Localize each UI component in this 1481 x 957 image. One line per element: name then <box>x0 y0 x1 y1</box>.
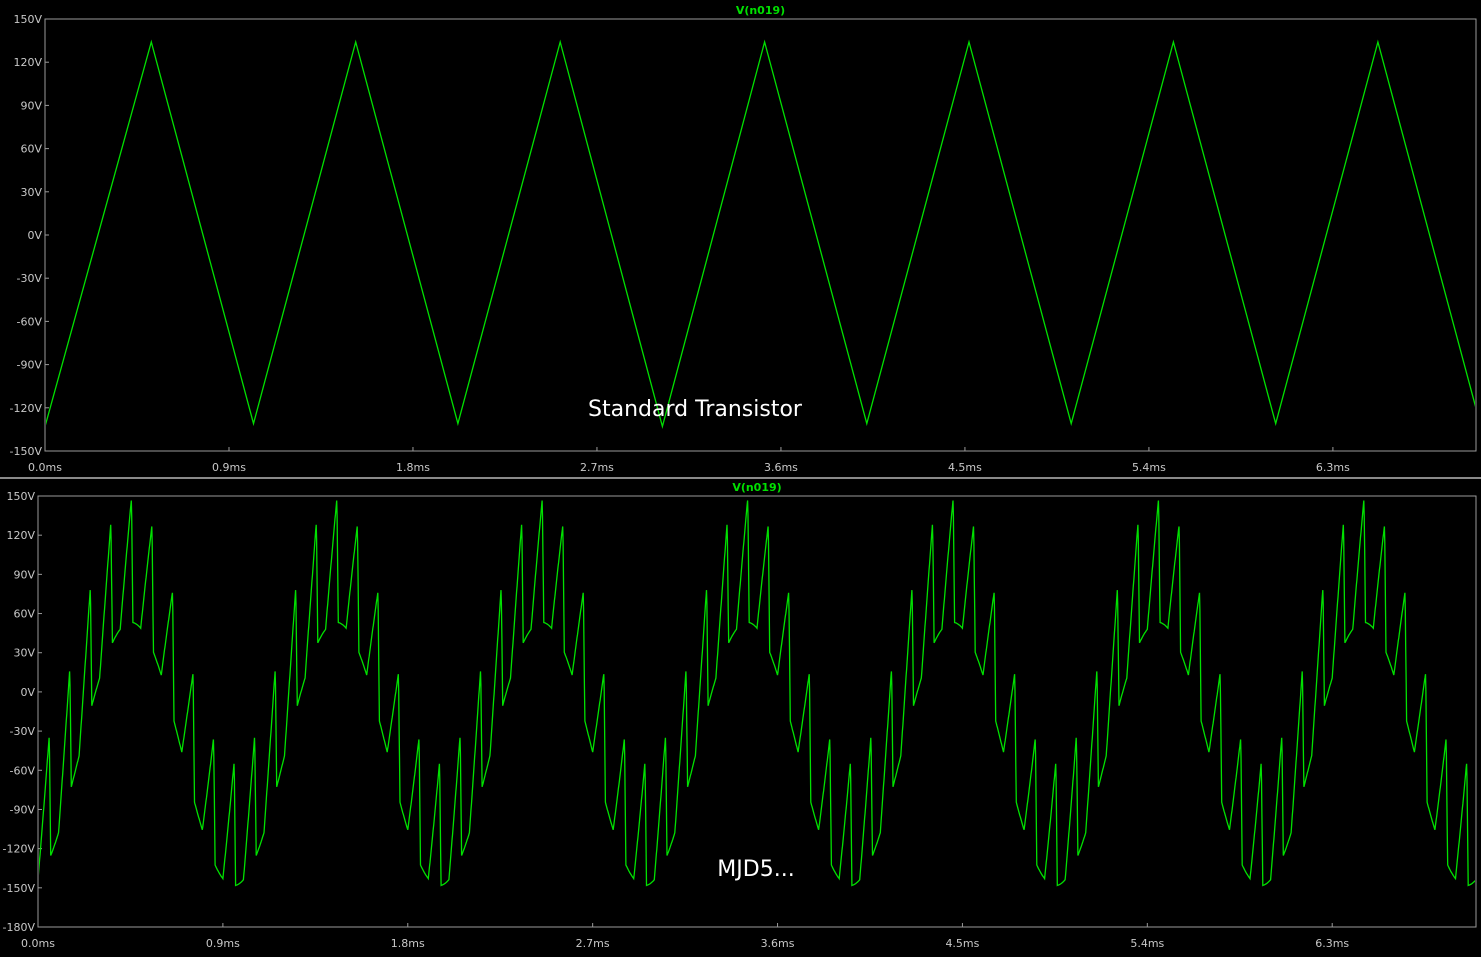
y-tick-label: -90V <box>10 803 36 816</box>
x-tick-label: 3.6ms <box>764 461 798 474</box>
y-tick-label: 120V <box>13 56 42 69</box>
x-tick-label: 4.5ms <box>945 937 979 950</box>
trace-title[interactable]: V(n019) <box>732 481 781 494</box>
y-tick-label: 150V <box>6 490 35 503</box>
y-tick-label: -60V <box>17 315 43 328</box>
y-tick-label: 30V <box>20 186 42 199</box>
chart-pane-2: V(n019) 150V 120V 90V 60V 30V 0V -30V -60V -90V -1… <box>3 481 1477 950</box>
plot-annotation: Standard Transistor <box>588 397 803 422</box>
chart-pane-1: V(n019) 150V 120V 90V 60V 30V 0V -30V -60V -90V -1… <box>10 4 1477 474</box>
x-tick-label: 0.0ms <box>21 937 55 950</box>
y-tick-label: -60V <box>10 764 36 777</box>
y-tick-label: 90V <box>13 568 35 581</box>
waveform-trace <box>39 500 1475 887</box>
y-tick-label: -120V <box>3 843 36 856</box>
x-tick-label: 5.4ms <box>1132 461 1166 474</box>
waveform-trace <box>46 39 1475 430</box>
x-tick-label: 0.9ms <box>206 937 240 950</box>
x-tick-label: 5.4ms <box>1130 937 1164 950</box>
x-tick-label: 1.8ms <box>391 937 425 950</box>
x-tick-label: 2.7ms <box>576 937 610 950</box>
y-tick-label: -150V <box>3 882 36 895</box>
y-tick-label: -120V <box>10 402 43 415</box>
y-tick-label: 150V <box>13 13 42 26</box>
y-tick-label: 60V <box>13 608 35 621</box>
x-tick-label: 4.5ms <box>948 461 982 474</box>
y-tick-label: -90V <box>17 359 43 372</box>
plot-window: V(n019) 150V 120V 90V 60V 30V 0V -30V -60V -90V -1… <box>0 0 1481 957</box>
y-tick-label: 120V <box>6 529 35 542</box>
plot-frame <box>44 18 1477 452</box>
x-tick-label: 1.8ms <box>396 461 430 474</box>
y-tick-label: -30V <box>17 272 43 285</box>
y-tick-label: -150V <box>10 445 43 458</box>
y-tick-label: 90V <box>20 99 42 112</box>
x-tick-label: 6.3ms <box>1316 461 1350 474</box>
y-tick-label: 30V <box>13 647 35 660</box>
x-tick-label: 6.3ms <box>1315 937 1349 950</box>
waveform-plots: V(n019) 150V 120V 90V 60V 30V 0V -30V -60V -90V -1… <box>0 4 1481 950</box>
y-tick-label: 0V <box>27 229 42 242</box>
x-tick-label: 2.7ms <box>580 461 614 474</box>
trace-title[interactable]: V(n019) <box>736 4 785 17</box>
y-tick-label: 0V <box>20 686 35 699</box>
y-tick-label: -180V <box>3 921 36 934</box>
y-tick-label: 60V <box>20 143 42 156</box>
y-tick-label: -30V <box>10 725 36 738</box>
x-tick-label: 0.9ms <box>212 461 246 474</box>
x-tick-label: 0.0ms <box>28 461 62 474</box>
x-tick-label: 3.6ms <box>761 937 795 950</box>
plot-annotation: MJD5... <box>717 857 794 882</box>
